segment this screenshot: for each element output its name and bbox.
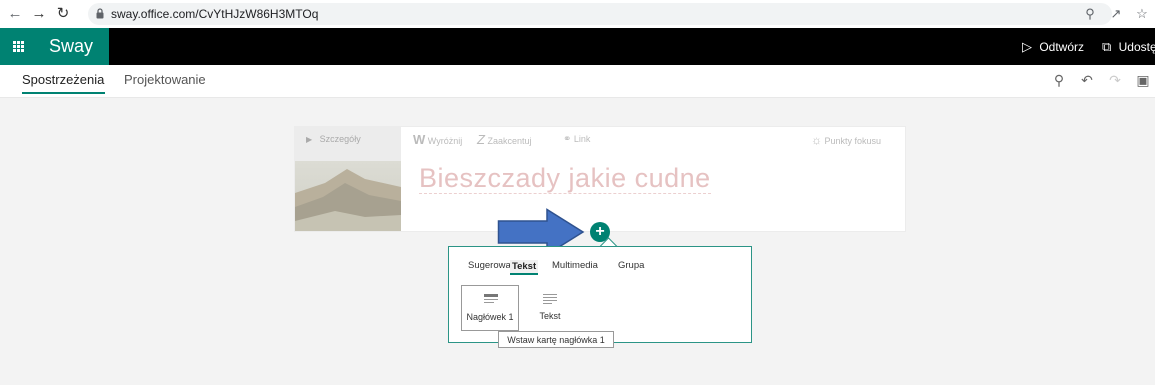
emphasize-label: Wyróżnij: [427, 136, 463, 146]
share-button[interactable]: ⧉ Udostę: [1102, 28, 1155, 65]
url-text: sway.office.com/CvYtHJzW86H3MTOq: [111, 7, 319, 21]
details-label: Szczegóły: [319, 134, 361, 144]
tab-text[interactable]: Tekst: [510, 260, 539, 275]
bold-w-icon: W: [413, 132, 426, 147]
link-label: Link: [573, 134, 591, 144]
insert-card-panel: Sugerowane Tekst Multimedia Grupa Nagłów…: [448, 246, 752, 343]
accent-button[interactable]: Z Zaakcentuj: [477, 132, 532, 147]
star-icon[interactable]: ☆: [1133, 4, 1151, 24]
accent-label: Zaakcentuj: [487, 136, 532, 146]
zoom-icon[interactable]: ⚲: [1081, 4, 1099, 24]
caret-right-icon: ▶: [306, 135, 313, 144]
tab-group[interactable]: Grupa: [618, 260, 644, 271]
link-button[interactable]: ⚭ Link: [563, 134, 590, 145]
lock-icon: [96, 8, 104, 19]
heading-1-label: Nagłówek 1: [466, 312, 514, 322]
background-image[interactable]: [295, 161, 401, 231]
focus-points-label: Punkty fokusu: [824, 136, 882, 146]
back-icon[interactable]: ←: [6, 4, 24, 24]
share-label: Udostę: [1118, 40, 1155, 54]
tooltip: Wstaw kartę nagłówka 1: [498, 331, 614, 348]
reload-icon[interactable]: ↻: [54, 4, 72, 24]
details-pane: ▶ Szczegóły: [295, 127, 401, 231]
text-icon: [543, 294, 557, 304]
card-title-text[interactable]: Bieszczady jakie cudne: [419, 163, 711, 194]
text-toolbar: W Wyróżnij Z Zaakcentuj ⚭ Link ☼ Punkty …: [413, 127, 903, 153]
focus-icon: ☼: [811, 133, 822, 147]
tab-design[interactable]: Projektowanie: [124, 72, 206, 87]
ribbon-tabs: Spostrzeżenia Projektowanie ⚲ ↶ ↷ ▣: [0, 65, 1155, 98]
app-title[interactable]: Sway: [36, 28, 109, 65]
app-header: Sway ▷ Odtwórz ⧉ Udostę: [0, 28, 1155, 65]
share-icon: ⧉: [1102, 39, 1112, 54]
tab-selected-indicator: [22, 92, 105, 94]
app-launcher-icon[interactable]: [0, 28, 36, 65]
address-bar[interactable]: sway.office.com/CvYtHJzW86H3MTOq: [88, 3, 1112, 25]
title-card[interactable]: ▶ Szczegóły W Wyróżnij Z Zaakcentuj ⚭ Li…: [294, 126, 906, 232]
tab-media[interactable]: Multimedia: [552, 260, 598, 271]
tab-insights[interactable]: Spostrzeżenia: [22, 72, 104, 87]
accent-z-icon: Z: [477, 132, 485, 147]
emphasize-button[interactable]: W Wyróżnij: [413, 132, 462, 147]
focus-points-button[interactable]: ☼ Punkty fokusu: [811, 133, 881, 147]
redo-icon[interactable]: ↷: [1106, 71, 1124, 89]
browser-toolbar: ← → ↻ sway.office.com/CvYtHJzW86H3MTOq ⚲…: [0, 0, 1155, 28]
image-icon[interactable]: ▣: [1134, 71, 1152, 89]
play-button[interactable]: ▷ Odtwórz: [1022, 28, 1084, 65]
play-label: Odtwórz: [1039, 40, 1085, 54]
text-tile[interactable]: Tekst: [521, 285, 579, 331]
heading-1-tile[interactable]: Nagłówek 1: [461, 285, 519, 331]
text-tile-label: Tekst: [539, 311, 561, 321]
play-icon: ▷: [1022, 39, 1032, 54]
search-icon[interactable]: ⚲: [1050, 71, 1068, 89]
forward-icon[interactable]: →: [30, 4, 48, 24]
share-icon[interactable]: ↗: [1107, 4, 1125, 24]
undo-icon[interactable]: ↶: [1078, 71, 1096, 89]
heading-icon: [484, 294, 498, 303]
link-icon: ⚭: [563, 134, 572, 145]
details-toggle[interactable]: ▶ Szczegóły: [306, 134, 361, 144]
